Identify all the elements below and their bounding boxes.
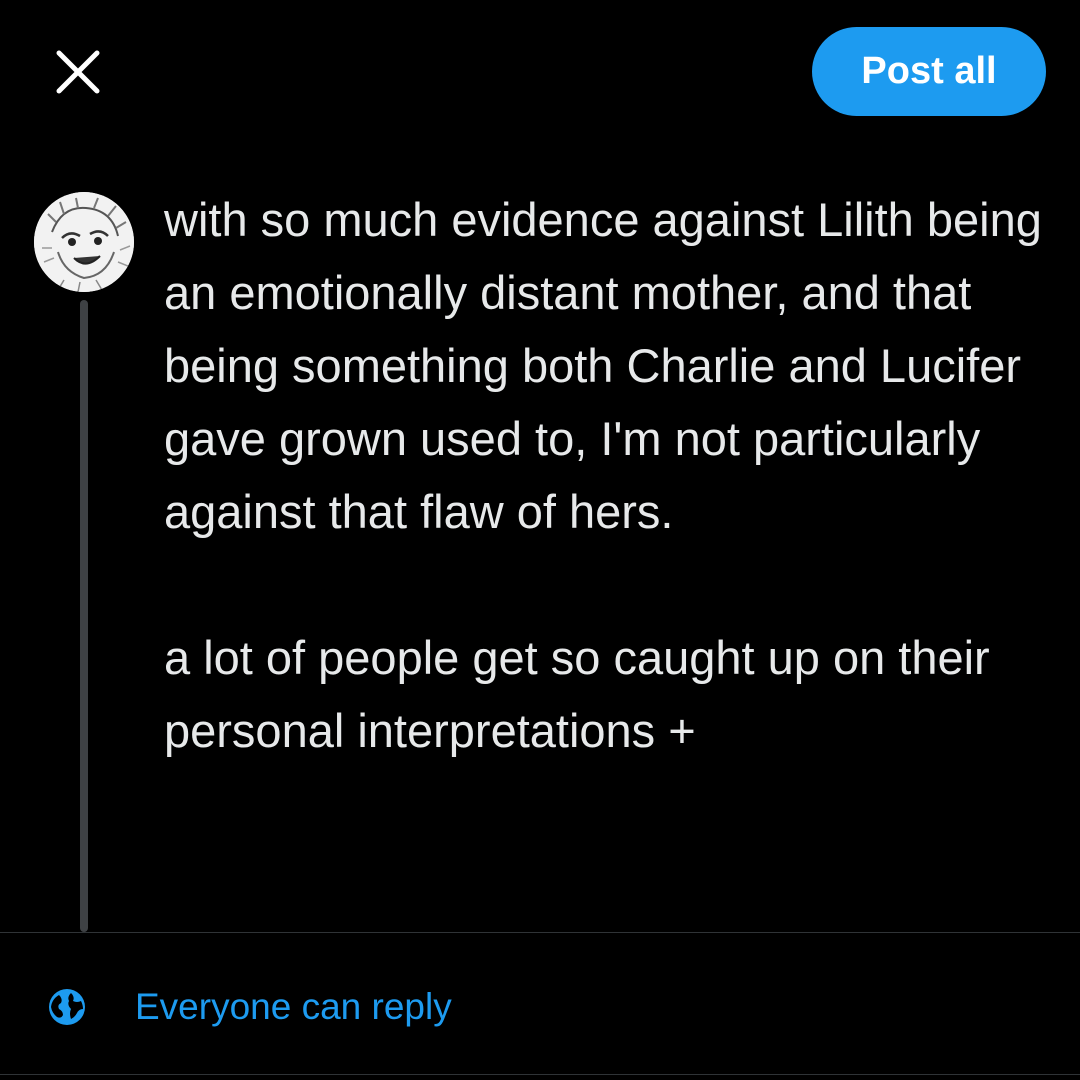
divider bbox=[0, 932, 1080, 933]
close-icon bbox=[56, 50, 100, 94]
globe-icon bbox=[46, 986, 88, 1028]
composer-header: Post all bbox=[0, 0, 1080, 150]
thread-line bbox=[80, 300, 88, 932]
user-avatar-icon bbox=[34, 192, 134, 292]
reply-setting-label: Everyone can reply bbox=[135, 986, 452, 1027]
reply-setting-button[interactable]: Everyone can reply bbox=[46, 978, 452, 1036]
post-paragraph-2: a lot of people get so caught up on thei… bbox=[164, 631, 990, 757]
bottom-divider bbox=[0, 1074, 1080, 1075]
post-all-button[interactable]: Post all bbox=[812, 27, 1046, 116]
post-paragraph-1: with so much evidence against Lilith bei… bbox=[164, 193, 1042, 538]
post-text-area[interactable]: with so much evidence against Lilith bei… bbox=[164, 183, 1044, 767]
avatar[interactable] bbox=[34, 192, 134, 292]
close-button[interactable] bbox=[48, 42, 108, 102]
